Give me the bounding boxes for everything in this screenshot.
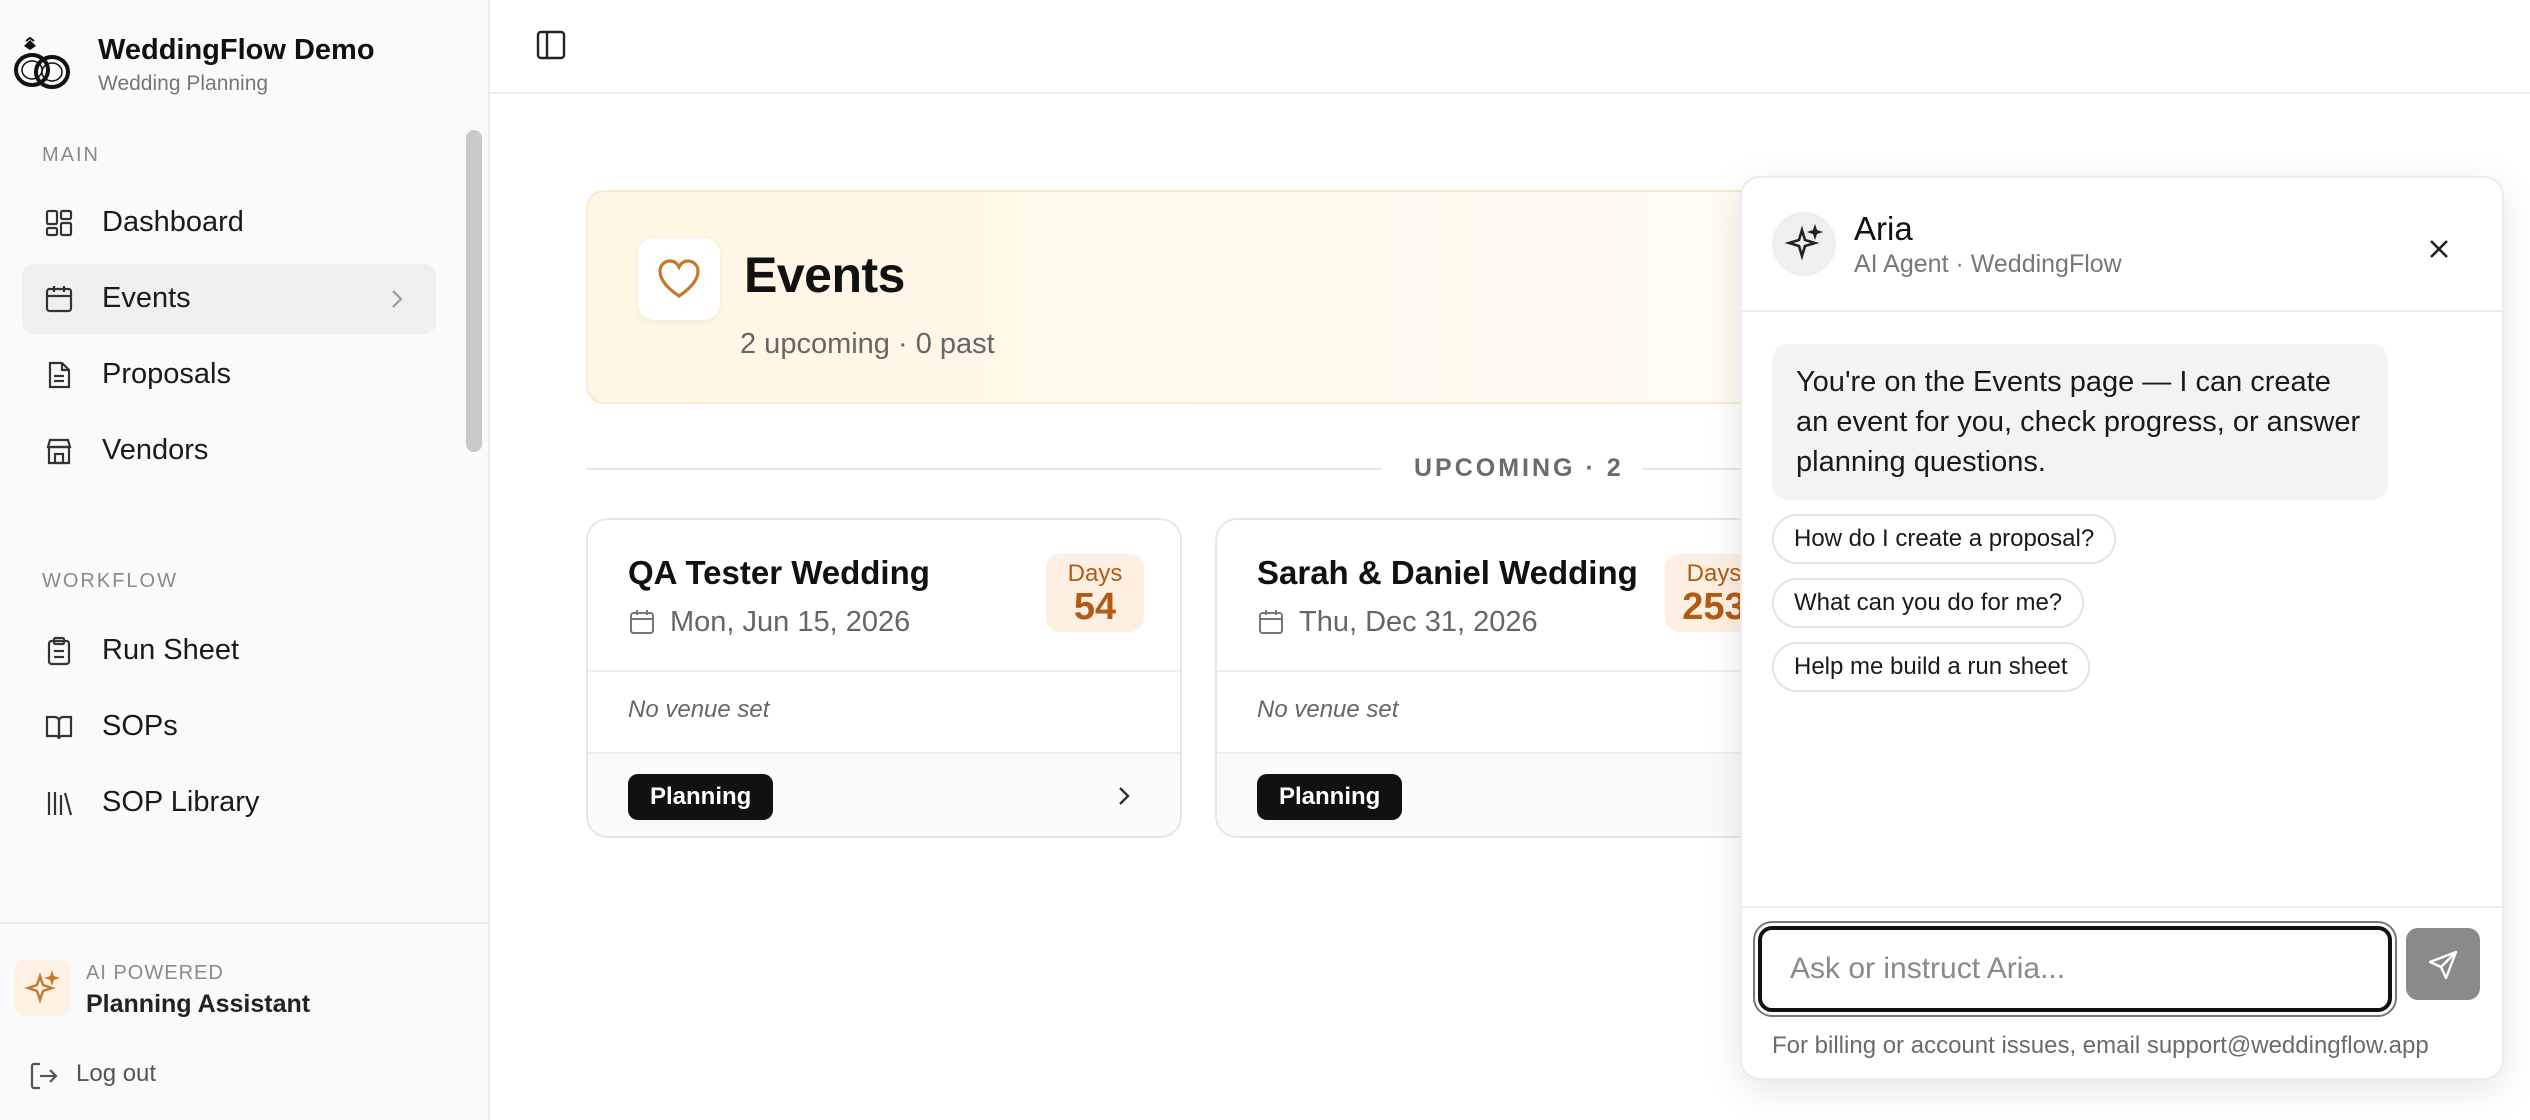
- event-card-footer: Planning: [1217, 752, 1809, 836]
- chevron-right-icon: [384, 286, 410, 312]
- event-card[interactable]: Sarah & Daniel Wedding Thu, Dec 31, 2026…: [1215, 518, 1811, 838]
- sidebar-item-label: Dashboard: [102, 206, 244, 238]
- assistant-message: You're on the Events page — I can create…: [1772, 344, 2388, 500]
- events-header: Events 2 upcoming · 0 past: [586, 190, 1766, 404]
- section-label-main: MAIN: [42, 144, 100, 166]
- agent-subtitle: AI Agent · WeddingFlow: [1854, 250, 2122, 278]
- event-title: Sarah & Daniel Wedding: [1257, 554, 1638, 591]
- events-summary: 2 upcoming · 0 past: [740, 328, 995, 360]
- page-title: Events: [744, 247, 905, 303]
- planning-assistant-card[interactable]: AI POWERED Planning Assistant: [0, 922, 490, 1052]
- days-countdown-badge: Days 54: [1046, 554, 1144, 632]
- suggestion-chip[interactable]: How do I create a proposal?: [1772, 514, 2117, 564]
- sidebar-item-proposals[interactable]: Proposals: [22, 340, 436, 410]
- sidebar-item-events[interactable]: Events: [22, 264, 436, 334]
- store-icon: [44, 436, 74, 466]
- sparkle-icon: [14, 960, 70, 1016]
- divider: [588, 670, 1180, 672]
- calendar-icon: [1257, 608, 1285, 636]
- document-icon: [44, 360, 74, 390]
- event-date: Mon, Jun 15, 2026: [670, 606, 911, 638]
- book-icon: [44, 712, 74, 742]
- event-venue: No venue set: [628, 696, 770, 723]
- days-label: Days: [1067, 560, 1123, 587]
- chat-input[interactable]: [1758, 926, 2392, 1012]
- event-title: QA Tester Wedding: [628, 554, 930, 591]
- chat-header: Aria AI Agent · WeddingFlow: [1742, 178, 2502, 312]
- sidebar-item-label: SOPs: [102, 710, 178, 742]
- brand-subtitle: Wedding Planning: [98, 72, 269, 95]
- status-badge: Planning: [1257, 774, 1403, 820]
- divider: [1217, 670, 1809, 672]
- sidebar-item-sops[interactable]: SOPs: [22, 692, 436, 762]
- support-footnote: For billing or account issues, email sup…: [1772, 1032, 2429, 1059]
- sidebar-item-sop-library[interactable]: SOP Library: [22, 768, 436, 838]
- sidebar-scrollbar-thumb[interactable]: [466, 130, 482, 452]
- sidebar-item-dashboard[interactable]: Dashboard: [22, 188, 436, 258]
- panel-left-icon[interactable]: [534, 28, 568, 62]
- topbar: [490, 0, 2530, 94]
- rings-icon: [10, 36, 74, 92]
- upcoming-section-label: UPCOMING · 2: [1414, 454, 1624, 482]
- sidebar-item-label: Run Sheet: [102, 634, 240, 666]
- logout-label: Log out: [76, 1060, 157, 1087]
- heart-icon: [638, 238, 720, 320]
- send-button[interactable]: [2406, 928, 2480, 1000]
- clipboard-icon: [44, 636, 74, 666]
- section-label-workflow: WORKFLOW: [42, 570, 178, 592]
- event-card[interactable]: QA Tester Wedding Mon, Jun 15, 2026 Days…: [586, 518, 1182, 838]
- days-value: 54: [1073, 586, 1117, 628]
- status-badge: Planning: [628, 774, 774, 820]
- calendar-icon: [44, 284, 74, 314]
- sidebar-item-label: Proposals: [102, 358, 231, 390]
- ai-kicker: AI POWERED: [86, 962, 224, 984]
- sidebar-item-label: Events: [102, 282, 191, 314]
- logout-icon: [28, 1060, 60, 1092]
- sidebar-item-label: SOP Library: [102, 786, 260, 818]
- brand-name: WeddingFlow Demo: [98, 34, 375, 66]
- sidebar-item-run-sheet[interactable]: Run Sheet: [22, 616, 436, 686]
- event-date: Thu, Dec 31, 2026: [1299, 606, 1538, 638]
- divider: [586, 468, 1382, 470]
- calendar-icon: [628, 608, 656, 636]
- brand-header[interactable]: WeddingFlow Demo Wedding Planning: [0, 0, 490, 110]
- sidebar: WeddingFlow Demo Wedding Planning MAIN D…: [0, 0, 490, 1120]
- send-icon: [2426, 948, 2460, 982]
- close-icon[interactable]: [2424, 234, 2454, 264]
- agent-name: Aria: [1854, 210, 1913, 247]
- sidebar-item-label: Vendors: [102, 434, 209, 466]
- event-card-footer: Planning: [588, 752, 1180, 836]
- grid-icon: [44, 208, 74, 238]
- ai-title: Planning Assistant: [86, 990, 311, 1018]
- sidebar-item-vendors[interactable]: Vendors: [22, 416, 436, 486]
- chat-composer: For billing or account issues, email sup…: [1742, 906, 2502, 1078]
- library-icon: [44, 788, 74, 818]
- suggestion-chip[interactable]: What can you do for me?: [1772, 578, 2085, 628]
- suggestion-chip[interactable]: Help me build a run sheet: [1772, 642, 2090, 692]
- event-venue: No venue set: [1257, 696, 1399, 723]
- sidebar-nav: MAIN Dashboard Events Proposals Vendors …: [0, 120, 462, 920]
- sparkle-icon: [1772, 212, 1836, 276]
- aria-chat-panel: Aria AI Agent · WeddingFlow You're on th…: [1740, 176, 2504, 1080]
- logout-button[interactable]: Log out: [28, 1056, 228, 1096]
- chevron-right-icon[interactable]: [1110, 782, 1138, 810]
